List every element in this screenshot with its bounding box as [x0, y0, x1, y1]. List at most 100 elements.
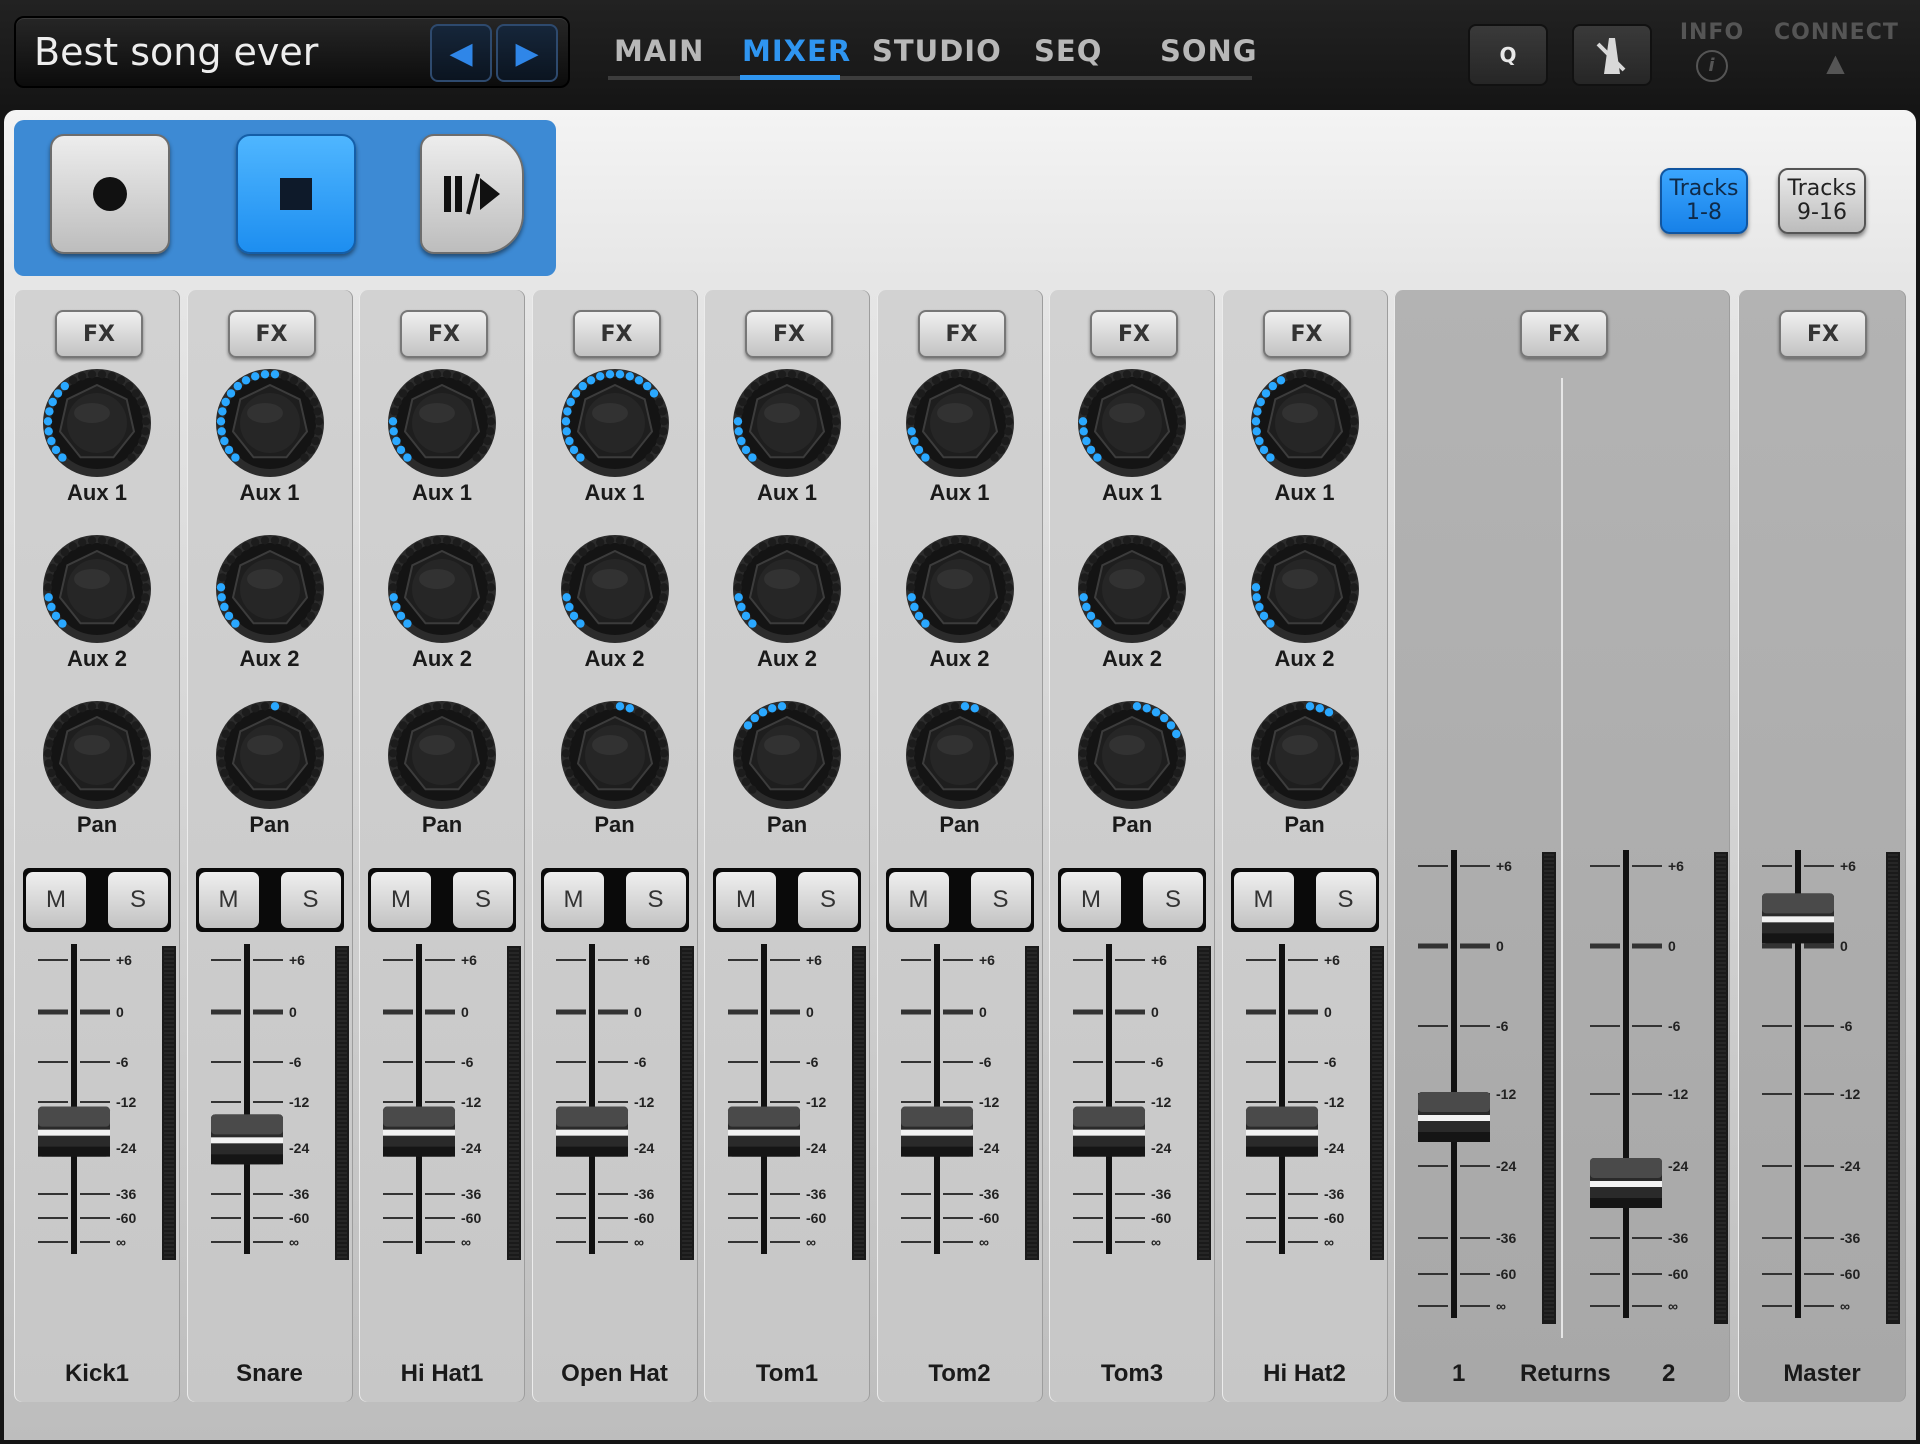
pan-knob[interactable] — [42, 700, 152, 810]
fx-button[interactable]: FX — [745, 310, 833, 358]
play-pause-icon — [444, 173, 500, 215]
aux1-knob[interactable] — [905, 368, 1015, 478]
tab-main[interactable]: MAIN — [614, 34, 704, 68]
channel-fader-tick-label: ∞ — [461, 1234, 471, 1250]
channel-fader-tick-label: 0 — [1151, 1004, 1159, 1020]
channel-fader-cap[interactable] — [1073, 1106, 1145, 1157]
aux2-knob[interactable] — [1250, 534, 1360, 644]
previous-song-button[interactable]: ◀ — [430, 24, 492, 82]
solo-button[interactable]: S — [798, 872, 858, 928]
channel-fader-cap[interactable] — [210, 1114, 283, 1165]
aux1-label: Aux 1 — [412, 480, 472, 505]
mute-button[interactable]: M — [26, 872, 86, 928]
aux1-knob[interactable] — [1250, 368, 1360, 478]
nav-tabs: MAIN MIXER STUDIO SEQ SONG — [608, 30, 1257, 80]
connect-button[interactable]: CONNECT ▲ — [1774, 20, 1898, 77]
aux1-knob[interactable] — [1077, 368, 1187, 478]
mute-button[interactable]: M — [371, 872, 431, 928]
solo-button[interactable]: S — [108, 872, 168, 928]
tab-song[interactable]: SONG — [1160, 34, 1258, 68]
aux2-knob[interactable] — [560, 534, 670, 644]
record-button[interactable] — [50, 134, 170, 254]
master-fx-button[interactable]: FX — [1779, 310, 1867, 358]
master-fader-cap[interactable] — [1762, 893, 1834, 944]
return-2-fader[interactable]: +6 0 -6 -12 -24 -36 -60 ∞ — [1566, 850, 1732, 1350]
aux2-knob[interactable] — [905, 534, 1015, 644]
aux1-knob[interactable] — [732, 368, 842, 478]
aux2-knob[interactable] — [1077, 534, 1187, 644]
channel-fader-tick-label: ∞ — [1151, 1234, 1161, 1250]
channel-fader-cap[interactable] — [728, 1106, 800, 1157]
aux1-knob[interactable] — [42, 368, 152, 478]
mute-button[interactable]: M — [1061, 872, 1121, 928]
fx-button[interactable]: FX — [400, 310, 488, 358]
solo-button[interactable]: S — [1315, 872, 1376, 928]
pan-knob[interactable] — [1250, 700, 1360, 810]
tracks-1-8-label-line2: 1-8 — [1686, 200, 1722, 225]
return-1-fader-cap[interactable] — [1418, 1092, 1490, 1142]
aux2-knob[interactable] — [42, 534, 152, 644]
return-2-fader-tick-label: 0 — [1668, 938, 1676, 954]
next-song-button[interactable]: ▶ — [496, 24, 558, 82]
solo-button[interactable]: S — [453, 872, 513, 928]
fx-button[interactable]: FX — [1090, 310, 1178, 358]
fx-button[interactable]: FX — [55, 310, 143, 358]
mute-button[interactable]: M — [543, 872, 604, 928]
pan-label: Pan — [594, 812, 635, 837]
mute-button[interactable]: M — [716, 872, 776, 928]
solo-button[interactable]: S — [625, 872, 686, 928]
play-pause-button[interactable] — [420, 134, 524, 254]
song-title-box[interactable]: Best song ever ◀ ▶ — [14, 16, 570, 88]
stop-button[interactable] — [236, 134, 356, 254]
channel-fader-cap[interactable] — [38, 1106, 110, 1157]
mute-solo-group: MS — [540, 868, 689, 932]
pan-knob[interactable] — [215, 700, 325, 810]
channel-strip-8: FX Aux 1 Aux 2 Pan M S +6 0 -6 -12 -24 -36 -60 ∞ Hi Ha… — [1221, 290, 1388, 1402]
tracks-9-16-button[interactable]: Tracks 9-16 — [1778, 168, 1866, 234]
tab-studio[interactable]: STUDIO — [872, 34, 1002, 68]
return-1-fader[interactable]: +6 0 -6 -12 -24 -36 -60 ∞ — [1394, 850, 1560, 1350]
channel-fader-cap[interactable] — [900, 1106, 973, 1157]
aux2-knob[interactable] — [387, 534, 497, 644]
aux2-knob[interactable] — [732, 534, 842, 644]
solo-button[interactable]: S — [970, 872, 1031, 928]
return-2-fader-cap[interactable] — [1590, 1158, 1662, 1208]
solo-button[interactable]: S — [280, 872, 341, 928]
aux2-knob[interactable] — [215, 534, 325, 644]
mute-button[interactable]: M — [198, 872, 259, 928]
channel-fader-tick-label: -24 — [1324, 1140, 1344, 1156]
aux1-knob[interactable] — [387, 368, 497, 478]
mute-button[interactable]: M — [1233, 872, 1294, 928]
channel-fader-cap[interactable] — [1245, 1106, 1318, 1157]
quantize-button[interactable]: Q — [1468, 24, 1548, 86]
channel-fader-cap[interactable] — [383, 1106, 455, 1157]
fx-button[interactable]: FX — [1262, 310, 1351, 358]
master-fader[interactable]: +6 0 -6 -12 -24 -36 -60 ∞ — [1738, 850, 1904, 1350]
pan-knob[interactable] — [732, 700, 842, 810]
channel-fader-tick-label: -12 — [806, 1094, 826, 1110]
pan-knob[interactable] — [560, 700, 670, 810]
mute-button[interactable]: M — [888, 872, 949, 928]
aux1-knob[interactable] — [215, 368, 325, 478]
metronome-button[interactable] — [1572, 24, 1652, 86]
return-1-fader-tick-label: -24 — [1496, 1158, 1516, 1174]
pan-knob[interactable] — [387, 700, 497, 810]
tab-mixer[interactable]: MIXER — [742, 34, 851, 68]
fx-button[interactable]: FX — [917, 310, 1006, 358]
master-fader-tick-label: -36 — [1840, 1230, 1860, 1246]
channel-fader-cap[interactable] — [555, 1106, 628, 1157]
pan-knob[interactable] — [905, 700, 1015, 810]
tracks-1-8-button[interactable]: Tracks 1-8 — [1660, 168, 1748, 234]
pan-label: Pan — [76, 812, 118, 837]
fx-button[interactable]: FX — [572, 310, 661, 358]
fx-button[interactable]: FX — [227, 310, 316, 358]
channel-fader-tick-label: -24 — [461, 1140, 481, 1156]
returns-fx-button[interactable]: FX — [1520, 310, 1608, 358]
channel-fader-tick-label: 0 — [979, 1004, 987, 1020]
pan-knob[interactable] — [1077, 700, 1187, 810]
aux1-knob[interactable] — [560, 368, 670, 478]
solo-button[interactable]: S — [1143, 872, 1203, 928]
tab-seq[interactable]: SEQ — [1034, 34, 1102, 68]
info-button[interactable]: INFO i — [1676, 20, 1748, 82]
returns-strip: FX +6 0 -6 -12 -24 -36 -60 ∞ +6 0 -6 -12 -24 -36 -60 ∞ 1 R… — [1394, 290, 1730, 1402]
